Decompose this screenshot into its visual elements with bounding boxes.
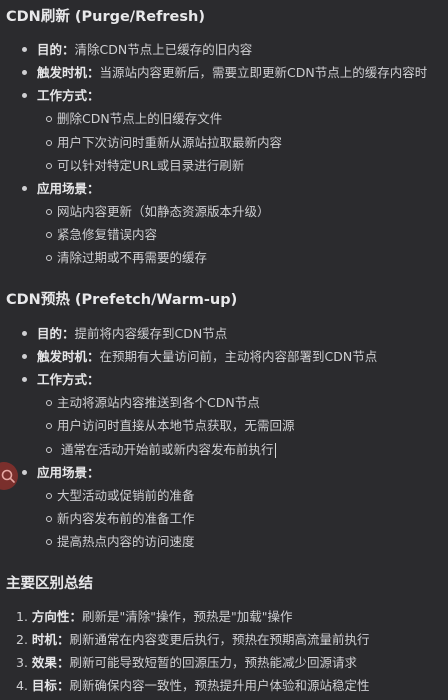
numbered-item: 4. 目标：刷新确保内容一致性，预热提升用户体验和源站稳定性 <box>16 678 370 693</box>
text-cursor <box>274 443 276 458</box>
item-label: 目的 <box>36 42 62 57</box>
item-label: 时机 <box>31 632 57 647</box>
section-title-cdn-refresh: CDN刷新 (Purge/Refresh) <box>6 9 205 25</box>
numbered-item: 2. 时机：刷新通常在内容变更后执行，预热在预期高流量前执行 <box>16 632 370 647</box>
item-text: 刷新是"清除"操作，预热是"加载"操作 <box>81 609 293 624</box>
numbered-item: 3. 效果：刷新可能导致短暂的回源压力，预热能减少回源请求 <box>16 655 357 670</box>
sub-list-item[interactable]: 通常在活动开始前或新内容发布前执行 <box>46 441 276 459</box>
item-label: 触发时机 <box>36 65 87 80</box>
item-label: 应用场景 <box>36 465 87 480</box>
sub-list-item: 用户访问时直接从本地节点获取，无需回源 <box>46 417 295 435</box>
list-item: 触发时机：在预期有大量访问前，主动将内容部署到CDN节点 <box>22 348 377 366</box>
item-number: 1. <box>16 609 28 624</box>
sub-list-item: 网站内容更新（如静态资源版本升级） <box>46 203 270 221</box>
numbered-item: 1. 方向性：刷新是"清除"操作，预热是"加载"操作 <box>16 609 293 624</box>
sub-list-item: 紧急修复错误内容 <box>46 226 157 244</box>
item-label: 工作方式 <box>36 372 87 387</box>
sub-list-item: 大型活动或促销前的准备 <box>46 487 195 505</box>
item-text: 当源站内容更新后，需要立即更新CDN节点上的缓存内容时 <box>99 65 428 80</box>
sub-list-item: 删除CDN节点上的旧缓存文件 <box>46 110 222 128</box>
item-label: 效果 <box>31 655 57 670</box>
section-title-cdn-prefetch: CDN预热 (Prefetch/Warm-up) <box>6 292 238 308</box>
list-item: 目的：提前将内容缓存到CDN节点 <box>22 325 227 343</box>
sub-list-item: 用户下次访问时重新从源站拉取最新内容 <box>46 134 282 152</box>
item-label: 工作方式 <box>36 88 87 103</box>
item-text: 提前将内容缓存到CDN节点 <box>74 326 228 341</box>
sub-list-item: 新内容发布前的准备工作 <box>46 510 195 528</box>
list-item: 触发时机：当源站内容更新后，需要立即更新CDN节点上的缓存内容时 <box>22 64 427 82</box>
list-item: 目的：清除CDN节点上已缓存的旧内容 <box>22 41 252 59</box>
item-number: 3. <box>16 655 28 670</box>
item-text: 在预期有大量访问前，主动将内容部署到CDN节点 <box>99 349 378 364</box>
sub-list-item-text: 通常在活动开始前或新内容发布前执行 <box>60 442 274 457</box>
item-number: 2. <box>16 632 28 647</box>
search-icon <box>1 469 15 483</box>
item-label: 应用场景 <box>36 181 87 196</box>
item-label: 目标 <box>31 678 57 693</box>
sub-list-item: 可以针对特定URL或目录进行刷新 <box>46 157 244 175</box>
list-item: 工作方式： <box>22 87 100 105</box>
floating-search-button[interactable] <box>0 462 18 490</box>
item-text: 刷新确保内容一致性，预热提升用户体验和源站稳定性 <box>69 678 370 693</box>
item-label: 触发时机 <box>36 349 87 364</box>
list-item: 应用场景： <box>22 464 100 482</box>
item-number: 4. <box>16 678 28 693</box>
section-title-summary: 主要区别总结 <box>6 576 93 592</box>
item-label: 方向性 <box>31 609 70 624</box>
list-item: 应用场景： <box>22 180 100 198</box>
list-item: 工作方式： <box>22 371 100 389</box>
item-label: 目的 <box>36 326 62 341</box>
sub-list-item: 主动将源站内容推送到各个CDN节点 <box>46 394 260 412</box>
item-text: 刷新可能导致短暂的回源压力，预热能减少回源请求 <box>69 655 357 670</box>
item-text: 刷新通常在内容变更后执行，预热在预期高流量前执行 <box>69 632 370 647</box>
sub-list-item: 提高热点内容的访问速度 <box>46 533 195 551</box>
item-text: 清除CDN节点上已缓存的旧内容 <box>74 42 253 57</box>
sub-list-item: 清除过期或不再需要的缓存 <box>46 249 207 267</box>
